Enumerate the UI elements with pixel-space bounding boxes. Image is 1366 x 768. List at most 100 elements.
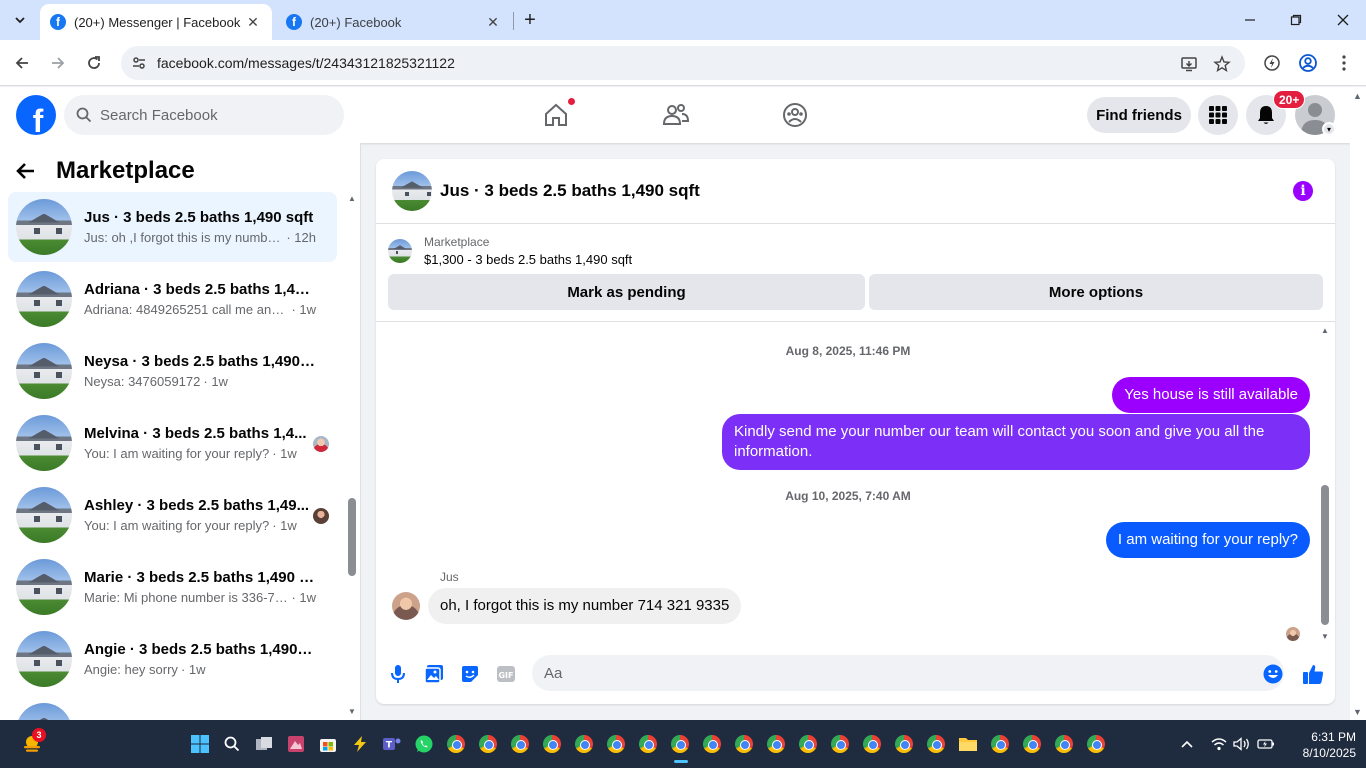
taskbar-app-chrome[interactable]	[444, 732, 468, 756]
minimize-button[interactable]	[1238, 8, 1262, 32]
taskbar-app-chrome[interactable]	[828, 732, 852, 756]
search-input[interactable]: Search Facebook	[64, 95, 344, 135]
taskbar-app-chrome[interactable]	[732, 732, 756, 756]
listing-summary[interactable]: Marketplace $1,300 - 3 beds 2.5 baths 1,…	[388, 235, 632, 267]
forward-button[interactable]	[46, 51, 70, 75]
scroll-down-arrow[interactable]: ▼	[1320, 632, 1330, 641]
chat-scrollbar-thumb[interactable]	[1321, 485, 1329, 625]
find-friends-button[interactable]: Find friends	[1087, 97, 1191, 133]
system-clock[interactable]: 6:31 PM 8/10/2025	[1284, 729, 1356, 761]
reload-button[interactable]	[82, 51, 106, 75]
tray-wifi[interactable]	[1208, 732, 1230, 756]
taskbar-app-chrome[interactable]	[1020, 732, 1044, 756]
menu-button[interactable]	[1198, 95, 1238, 135]
info-icon[interactable]: i	[1293, 181, 1313, 201]
outgoing-message[interactable]: Kindly send me your number our team will…	[722, 414, 1310, 470]
install-app-icon[interactable]	[1179, 54, 1199, 74]
bookmark-star-icon[interactable]	[1212, 54, 1232, 74]
sidebar-scrollbar-thumb[interactable]	[348, 498, 356, 576]
conversation-item[interactable]: Angela · 3 beds 2.5 baths 1,490 s...	[8, 696, 337, 720]
groups-nav[interactable]	[779, 99, 811, 131]
scroll-up-arrow[interactable]: ▲	[1353, 91, 1362, 101]
browser-menu-icon[interactable]	[1332, 51, 1356, 75]
taskbar-app-chrome[interactable]	[764, 732, 788, 756]
site-info-icon[interactable]	[121, 55, 157, 71]
task-view-button[interactable]	[252, 732, 276, 756]
outgoing-message[interactable]: I am waiting for your reply?	[1105, 522, 1310, 558]
close-icon[interactable]: ✕	[484, 13, 502, 31]
taskbar-app-store[interactable]	[316, 732, 340, 756]
taskbar-app-chrome[interactable]	[540, 732, 564, 756]
back-button[interactable]	[10, 51, 34, 75]
message-input[interactable]: Aa	[532, 655, 1284, 691]
taskbar-app-chrome[interactable]	[860, 732, 884, 756]
home-nav[interactable]	[540, 97, 576, 131]
sticker-button[interactable]	[458, 662, 482, 686]
taskbar-app-chrome[interactable]	[1084, 732, 1108, 756]
tab-facebook[interactable]: f (20+) Facebook ✕	[276, 4, 512, 40]
facebook-logo[interactable]: f	[16, 95, 56, 135]
gif-button[interactable]: GIF	[494, 662, 518, 686]
mark-as-pending-button[interactable]: Mark as pending	[388, 274, 865, 310]
profile-icon[interactable]	[1296, 51, 1320, 75]
thumbs-up-icon	[1303, 665, 1324, 684]
attach-photo-button[interactable]	[422, 662, 446, 686]
taskbar-app-chrome[interactable]	[668, 732, 692, 756]
conversation-item[interactable]: Adriana · 3 beds 2.5 baths 1,490 ... Adri…	[8, 264, 337, 334]
extension-icon[interactable]	[1260, 51, 1284, 75]
back-button[interactable]	[16, 157, 48, 185]
taskbar-app-chrome[interactable]	[700, 732, 724, 756]
conversation-item[interactable]: Angie · 3 beds 2.5 baths 1,490 sqft Angie…	[8, 624, 337, 694]
taskbar-app-chrome[interactable]	[988, 732, 1012, 756]
sender-avatar[interactable]	[392, 592, 420, 620]
more-options-button[interactable]: More options	[869, 274, 1323, 310]
taskbar-app-photo[interactable]	[284, 732, 308, 756]
tray-overflow-chevron[interactable]	[1176, 732, 1198, 756]
taskbar-app-file-explorer[interactable]	[956, 732, 980, 756]
voice-clip-button[interactable]	[386, 662, 410, 686]
emoji-button[interactable]	[1261, 662, 1285, 686]
like-button[interactable]	[1301, 662, 1325, 686]
close-window-button[interactable]	[1331, 8, 1355, 32]
outgoing-message[interactable]: Yes house is still available	[1112, 377, 1310, 413]
taskbar-app-chrome[interactable]	[1052, 732, 1076, 756]
tab-messenger[interactable]: f (20+) Messenger | Facebook ✕	[40, 4, 272, 40]
taskbar-app-teams[interactable]: T	[380, 732, 404, 756]
restore-button[interactable]	[1284, 8, 1308, 32]
conversation-item[interactable]: Melvina · 3 beds 2.5 baths 1,4... You: I …	[8, 408, 337, 478]
conversation-item[interactable]: Ashley · 3 beds 2.5 baths 1,49... You: I …	[8, 480, 337, 550]
taskbar-app-chrome[interactable]	[796, 732, 820, 756]
conversation-item[interactable]: Marie · 3 beds 2.5 baths 1,490 sqft Marie…	[8, 552, 337, 622]
taskbar-app-chrome[interactable]	[572, 732, 596, 756]
start-button[interactable]	[188, 732, 212, 756]
photo-icon	[424, 665, 443, 684]
taskbar-search-button[interactable]	[220, 732, 244, 756]
close-icon[interactable]: ✕	[244, 13, 262, 31]
incoming-message[interactable]: oh, I forgot this is my number 714 321 9…	[428, 588, 742, 624]
page-scrollbar[interactable]: ▲ ▼	[1350, 87, 1366, 720]
taskbar-app-chrome[interactable]	[636, 732, 660, 756]
taskbar-app-whatsapp[interactable]	[412, 732, 436, 756]
tab-search-button[interactable]	[7, 7, 33, 33]
friends-nav[interactable]	[660, 99, 692, 131]
taskbar-app-power-automate[interactable]	[348, 732, 372, 756]
scroll-down-arrow[interactable]: ▼	[347, 708, 357, 716]
listing-thumbnail	[16, 559, 72, 615]
address-bar[interactable]: facebook.com/messages/t/2434312182532112…	[121, 46, 1245, 80]
taskbar-app-chrome[interactable]	[604, 732, 628, 756]
taskbar-app-chrome[interactable]	[508, 732, 532, 756]
new-tab-button[interactable]: +	[518, 8, 542, 32]
account-chevron-icon[interactable]: ▾	[1322, 122, 1336, 136]
scroll-down-arrow[interactable]: ▼	[1353, 707, 1362, 717]
conversation-item[interactable]: Jus · 3 beds 2.5 baths 1,490 sqft Jus: oh…	[8, 192, 337, 262]
conversation-item[interactable]: Neysa · 3 beds 2.5 baths 1,490 s... Neysa…	[8, 336, 337, 406]
tray-volume[interactable]	[1231, 732, 1253, 756]
scroll-up-arrow[interactable]: ▲	[1320, 326, 1330, 335]
taskbar-app-chrome[interactable]	[924, 732, 948, 756]
taskbar-app-chrome[interactable]	[476, 732, 500, 756]
chat-title[interactable]: Jus · 3 beds 2.5 baths 1,490 sqft	[440, 181, 700, 201]
tray-battery[interactable]	[1255, 732, 1277, 756]
listing-thumbnail[interactable]	[392, 171, 432, 211]
scroll-up-arrow[interactable]: ▲	[347, 195, 357, 203]
taskbar-app-chrome[interactable]	[892, 732, 916, 756]
